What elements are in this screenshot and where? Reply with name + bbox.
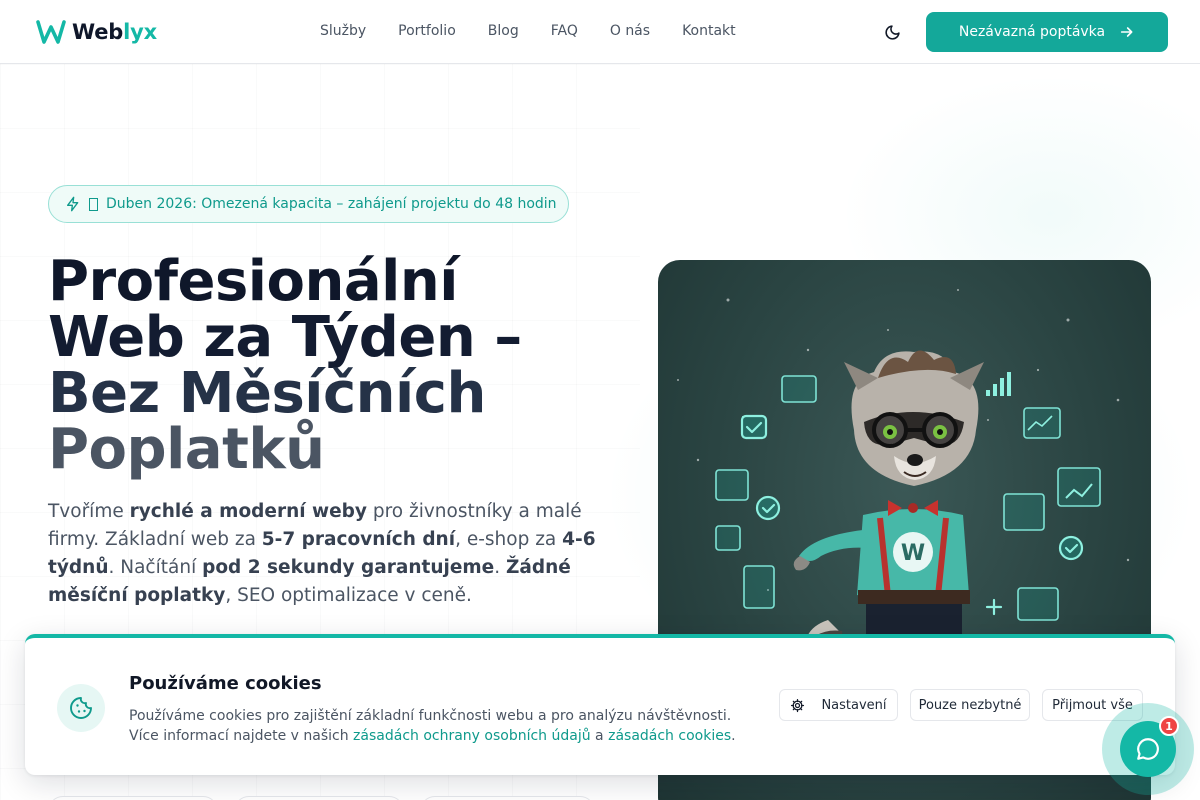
hero-title-line-3: Bez Měsíčních [48,361,486,426]
logo-w-icon [36,20,66,44]
hero-description: Tvoříme rychlé a moderní weby pro živnos… [48,501,596,606]
missing-glyph-icon [89,197,98,211]
inquiry-cta-button[interactable]: Nezávazná poptávka [926,12,1168,52]
mascot-shirt-letter: W [901,541,925,566]
site-header: Weblyx Služby Portfolio Blog FAQ O nás K… [0,0,1200,64]
hero-title-line-4: Poplatků [48,417,325,482]
nav-link-o-nas[interactable]: O nás [610,23,650,39]
gear-icon [791,698,805,712]
hero-title: Profesionální Web za Týden – Bez Měsíční… [48,254,608,478]
nav-link-portfolio[interactable]: Portfolio [398,23,456,39]
moon-icon [884,24,900,40]
chat-bubble-icon [1137,738,1159,760]
arrow-right-icon [1120,27,1133,37]
hero-secondary-link-1[interactable] [48,796,218,800]
cookie-title: Používáme cookies [129,673,322,694]
hero-secondary-link-2[interactable] [234,796,404,800]
cookie-description: Používáme cookies pro zajištění základní… [129,708,736,744]
hero-secondary-link-3[interactable] [420,796,595,800]
cookie-necessary-only-button[interactable]: Pouze nezbytné [910,689,1030,721]
logo-text: Weblyx [72,20,157,44]
cookie-settings-label: Nastavení [821,697,887,713]
promo-badge-text: Duben 2026: Omezená kapacita – zahájení … [106,196,557,212]
cookie-consent-banner: Používáme cookies Používáme cookies pro … [25,634,1175,775]
lightning-icon [67,196,79,212]
cookie-settings-button[interactable]: Nastavení [779,689,898,721]
nav-link-faq[interactable]: FAQ [551,23,578,39]
nav-link-blog[interactable]: Blog [488,23,519,39]
nav-link-sluzby[interactable]: Služby [320,23,366,39]
cookie-icon [70,697,92,719]
hero-title-line-1: Profesionální [48,249,458,314]
hero-title-line-2: Web za Týden – [48,305,522,370]
chat-notification-badge: 1 [1159,716,1179,736]
cookie-policy-link[interactable]: zásadách cookies [608,728,731,744]
logo[interactable]: Weblyx [36,18,157,46]
main-nav: Služby Portfolio Blog FAQ O nás Kontakt [320,23,768,39]
promo-badge[interactable]: Duben 2026: Omezená kapacita – zahájení … [48,185,569,223]
inquiry-cta-label: Nezávazná poptávka [958,24,1106,40]
cookie-necessary-label: Pouze nezbytné [918,697,1022,713]
nav-link-kontakt[interactable]: Kontakt [682,23,736,39]
theme-toggle-button[interactable] [880,20,904,44]
cookie-icon-container [57,684,105,732]
privacy-policy-link[interactable]: zásadách ochrany osobních údajů [353,728,591,744]
